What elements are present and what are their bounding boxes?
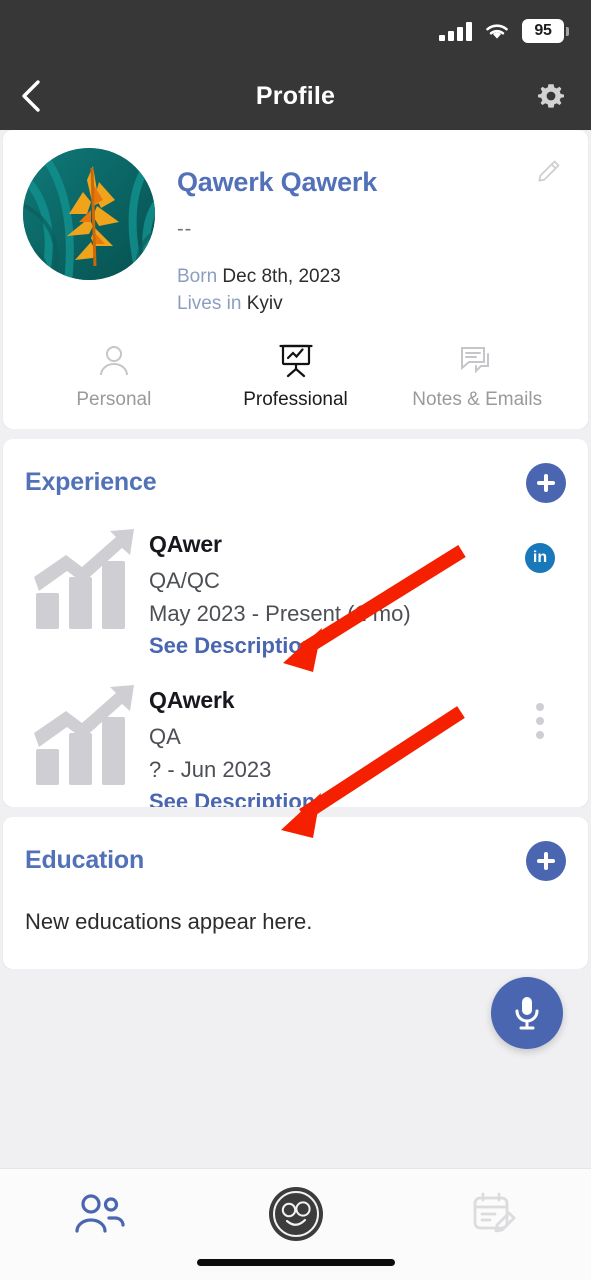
add-education-button[interactable] bbox=[526, 840, 566, 881]
experience-company: QAwer bbox=[149, 530, 222, 557]
gear-icon[interactable] bbox=[531, 76, 571, 116]
pencil-icon[interactable] bbox=[530, 154, 566, 190]
growth-chart-icon bbox=[25, 525, 143, 637]
lives-label: Lives in bbox=[177, 293, 242, 315]
tab-professional-label: Professional bbox=[243, 388, 348, 410]
contacts-people-icon bbox=[71, 1191, 127, 1242]
profile-name: Qawerk Qawerk bbox=[177, 167, 378, 197]
experience-company: QAwerk bbox=[149, 686, 235, 713]
experience-card: Experience QAwer QA/QC May 2023 - Presen… bbox=[3, 438, 588, 807]
profile-born-row: Born Dec 8th, 2023 bbox=[177, 263, 568, 291]
lives-value: Kyiv bbox=[246, 293, 283, 315]
profile-tabs: Personal Professional Notes & Emails bbox=[23, 318, 568, 429]
presentation-chart-icon bbox=[275, 340, 317, 382]
microphone-icon bbox=[515, 996, 539, 1030]
experience-role: QA bbox=[149, 723, 181, 749]
home-indicator bbox=[196, 1259, 395, 1266]
tab-professional[interactable]: Professional bbox=[205, 340, 387, 411]
back-button[interactable] bbox=[0, 65, 62, 127]
calendar-edit-icon bbox=[468, 1190, 518, 1243]
add-experience-button[interactable] bbox=[526, 462, 566, 503]
experience-title: Experience bbox=[25, 468, 157, 497]
card-separator bbox=[0, 428, 591, 439]
bottom-navigation bbox=[0, 1168, 591, 1280]
person-icon bbox=[94, 340, 134, 382]
status-bar: 95 bbox=[0, 0, 591, 62]
plus-icon bbox=[537, 473, 555, 492]
fab-area bbox=[0, 968, 591, 1095]
tab-notes-emails-label: Notes & Emails bbox=[412, 388, 543, 410]
nav-contacts[interactable] bbox=[0, 1185, 197, 1247]
battery-icon: 95 bbox=[522, 19, 569, 43]
wifi-icon bbox=[484, 21, 510, 41]
battery-percent-label: 95 bbox=[522, 19, 564, 43]
see-description-link[interactable]: See Description bbox=[149, 633, 514, 659]
education-card: Education New educations appear here. bbox=[3, 816, 588, 969]
education-title: Education bbox=[25, 846, 145, 875]
page-title: Profile bbox=[255, 81, 336, 110]
nav-calendar-notes[interactable] bbox=[394, 1185, 591, 1247]
app-logo-face-icon bbox=[267, 1185, 325, 1248]
tab-personal[interactable]: Personal bbox=[23, 340, 205, 411]
kebab-menu-icon[interactable] bbox=[532, 699, 548, 743]
profile-screen: 95 Profile Qawerk Qawerk -- Born Dec 8th… bbox=[0, 0, 591, 1280]
experience-item[interactable]: QAwerk QA ? - Jun 2023 See Description bbox=[25, 681, 566, 807]
app-header: Profile bbox=[0, 62, 591, 130]
education-empty-text: New educations appear here. bbox=[25, 908, 313, 934]
profile-lives-row: Lives in Kyiv bbox=[177, 290, 568, 318]
see-description-link[interactable]: See Description bbox=[149, 789, 514, 807]
card-separator bbox=[0, 806, 591, 817]
experience-item[interactable]: QAwer QA/QC May 2023 - Present (1 mo) Se… bbox=[25, 525, 566, 659]
experience-dates: May 2023 - Present (1 mo) bbox=[149, 600, 411, 626]
profile-headline: -- bbox=[177, 217, 193, 240]
born-label: Born bbox=[177, 265, 218, 287]
linkedin-icon[interactable]: in bbox=[525, 542, 555, 573]
experience-role: QA/QC bbox=[149, 567, 220, 593]
avatar[interactable] bbox=[23, 148, 155, 280]
tab-personal-label: Personal bbox=[76, 388, 152, 410]
born-value: Dec 8th, 2023 bbox=[222, 265, 341, 287]
profile-card: Qawerk Qawerk -- Born Dec 8th, 2023 Live… bbox=[3, 130, 588, 429]
growth-chart-icon bbox=[25, 681, 143, 793]
speech-bubbles-icon bbox=[456, 340, 498, 382]
voice-record-button[interactable] bbox=[491, 976, 563, 1049]
nav-app-home[interactable] bbox=[197, 1185, 394, 1247]
plus-icon bbox=[537, 851, 555, 870]
tab-notes-emails[interactable]: Notes & Emails bbox=[386, 340, 568, 411]
cellular-signal-icon bbox=[439, 21, 472, 41]
experience-dates: ? - Jun 2023 bbox=[149, 756, 272, 782]
